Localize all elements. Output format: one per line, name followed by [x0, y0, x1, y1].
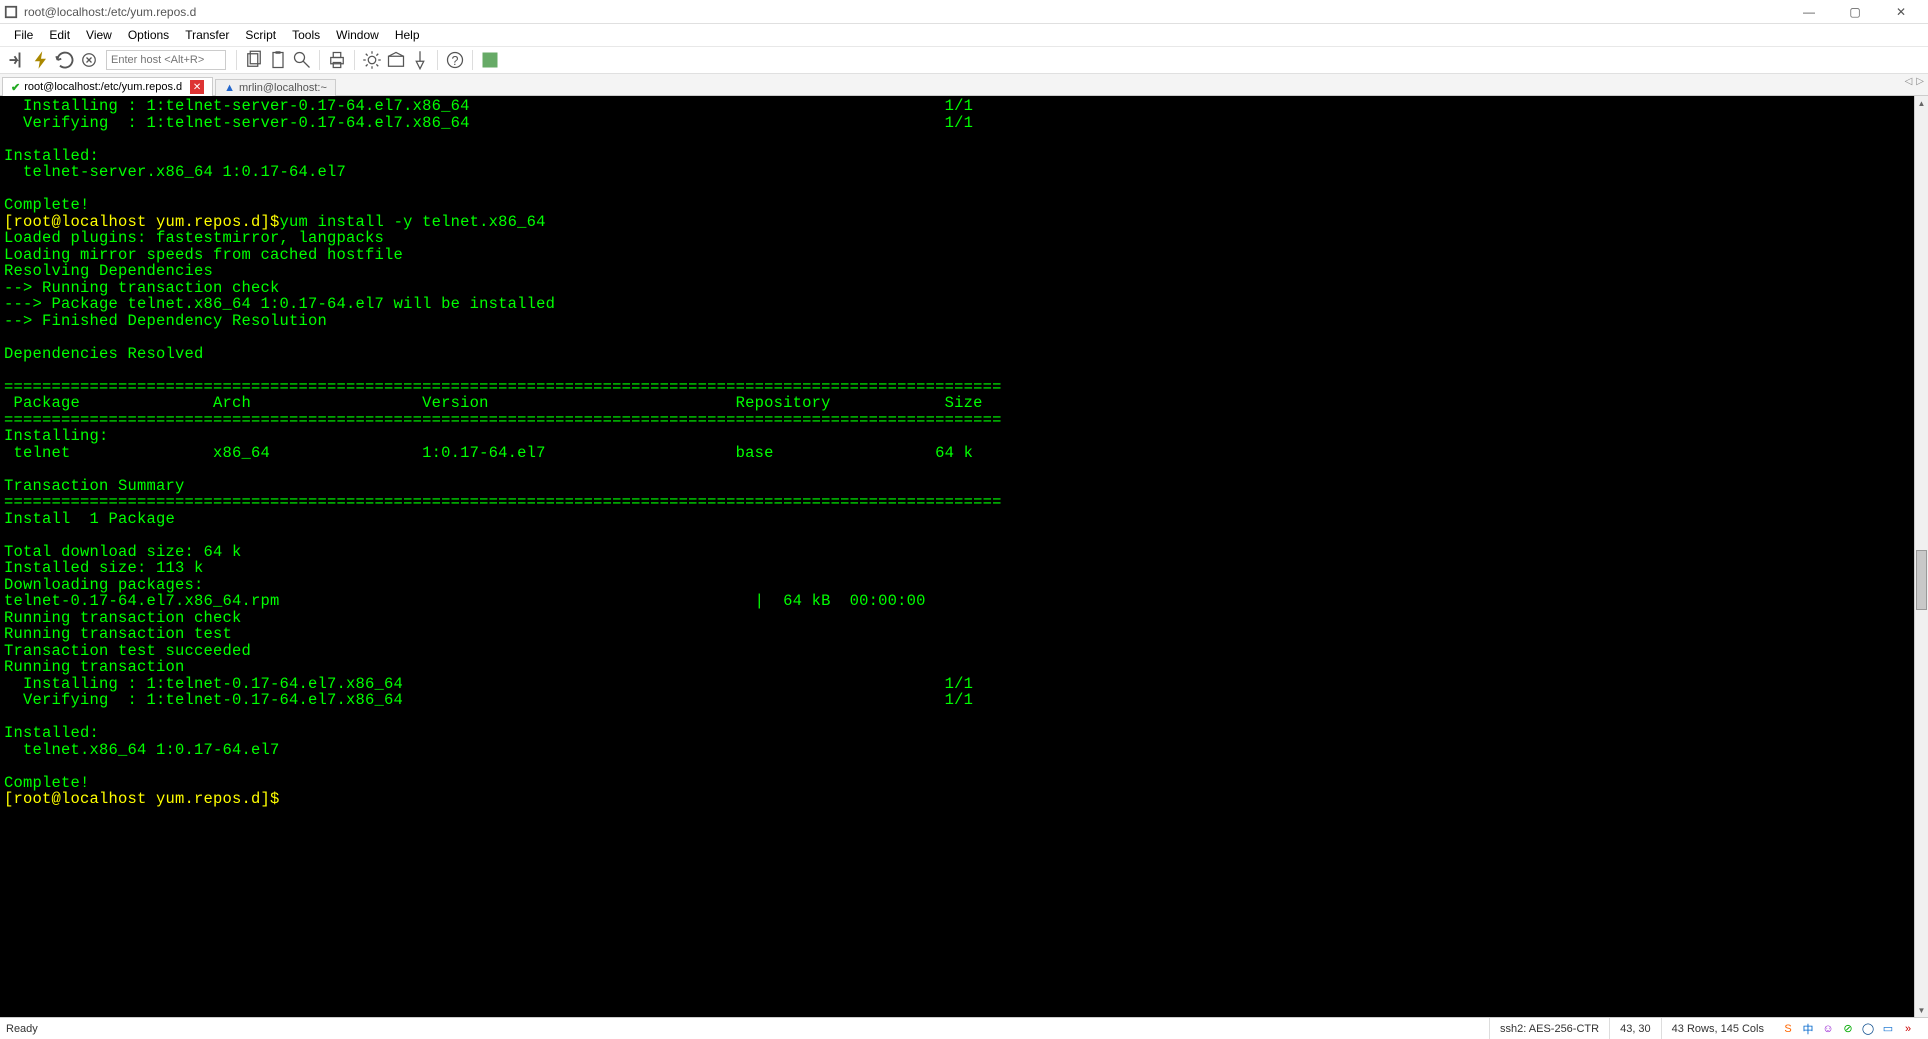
disconnect-button[interactable]: [78, 49, 100, 71]
window-title: root@localhost:/etc/yum.repos.d: [24, 5, 196, 19]
tab-label: root@localhost:/etc/yum.repos.d: [24, 81, 182, 93]
status-ready: Ready: [6, 1023, 1489, 1035]
sessions-button[interactable]: [385, 49, 407, 71]
find-button[interactable]: [291, 49, 313, 71]
menu-options[interactable]: Options: [120, 26, 177, 44]
scrollbar-thumb[interactable]: [1916, 550, 1927, 610]
menu-edit[interactable]: Edit: [41, 26, 78, 44]
download-icon[interactable]: ◯: [1860, 1021, 1876, 1037]
logo-icon[interactable]: S: [1780, 1021, 1796, 1037]
quick-connect-button[interactable]: [30, 49, 52, 71]
extras-button[interactable]: [479, 49, 501, 71]
help-button[interactable]: ?: [444, 49, 466, 71]
scroll-down-icon[interactable]: ▼: [1915, 1003, 1928, 1017]
menu-transfer[interactable]: Transfer: [177, 26, 237, 44]
statusbar: Ready ssh2: AES-256-CTR 43, 30 43 Rows, …: [0, 1017, 1928, 1039]
terminal-pane[interactable]: Installing : 1:telnet-server-0.17-64.el7…: [0, 96, 1928, 1017]
pin-button[interactable]: [409, 49, 431, 71]
toolbar: ?: [0, 46, 1928, 74]
app-icon: [4, 5, 18, 19]
connected-icon: ✔: [11, 81, 20, 94]
connect-button[interactable]: [6, 49, 28, 71]
session-tabbar: ✔ root@localhost:/etc/yum.repos.d ✕ ▲ mr…: [0, 74, 1928, 96]
copy-button[interactable]: [243, 49, 265, 71]
tab-close-button[interactable]: ✕: [190, 80, 204, 94]
tray-icons: S 中 ☺ ⊘ ◯ ▭ »: [1774, 1021, 1922, 1037]
status-cursor-pos: 43, 30: [1609, 1018, 1661, 1039]
menubar: File Edit View Options Transfer Script T…: [0, 24, 1928, 46]
tab-scroll-right[interactable]: ▷: [1916, 76, 1924, 87]
network-icon[interactable]: »: [1900, 1021, 1916, 1037]
menu-file[interactable]: File: [6, 26, 41, 44]
menu-view[interactable]: View: [78, 26, 120, 44]
ime-icon[interactable]: 中: [1800, 1021, 1816, 1037]
minimize-button[interactable]: —: [1786, 0, 1832, 24]
host-input[interactable]: [106, 50, 226, 70]
svg-text:?: ?: [452, 54, 459, 68]
status-size: 43 Rows, 145 Cols: [1661, 1018, 1774, 1039]
session-tab-inactive[interactable]: ▲ mrlin@localhost:~: [215, 79, 336, 96]
paste-button[interactable]: [267, 49, 289, 71]
window-titlebar: root@localhost:/etc/yum.repos.d — ▢ ✕: [0, 0, 1928, 24]
face-icon[interactable]: ☺: [1820, 1021, 1836, 1037]
reconnect-button[interactable]: [54, 49, 76, 71]
maximize-button[interactable]: ▢: [1832, 0, 1878, 24]
menu-help[interactable]: Help: [387, 26, 428, 44]
close-button[interactable]: ✕: [1878, 0, 1924, 24]
warning-icon: ▲: [224, 82, 235, 94]
close-icon: ✕: [1896, 5, 1906, 19]
minimize-icon: —: [1803, 5, 1815, 19]
folder-icon[interactable]: ▭: [1880, 1021, 1896, 1037]
vertical-scrollbar[interactable]: ▲ ▼: [1914, 96, 1928, 1017]
scroll-up-icon[interactable]: ▲: [1915, 96, 1928, 110]
status-cipher: ssh2: AES-256-CTR: [1489, 1018, 1609, 1039]
print-button[interactable]: [326, 49, 348, 71]
tab-label: mrlin@localhost:~: [239, 82, 327, 94]
terminal-output[interactable]: Installing : 1:telnet-server-0.17-64.el7…: [0, 96, 1914, 1017]
menu-window[interactable]: Window: [328, 26, 387, 44]
tab-scroll-left[interactable]: ◁: [1905, 76, 1913, 87]
session-tab-active[interactable]: ✔ root@localhost:/etc/yum.repos.d ✕: [2, 77, 213, 96]
menu-script[interactable]: Script: [237, 26, 284, 44]
settings-button[interactable]: [361, 49, 383, 71]
scrollbar-track[interactable]: [1915, 110, 1928, 1003]
maximize-icon: ▢: [1849, 5, 1860, 19]
menu-tools[interactable]: Tools: [284, 26, 328, 44]
safe-icon[interactable]: ⊘: [1840, 1021, 1856, 1037]
